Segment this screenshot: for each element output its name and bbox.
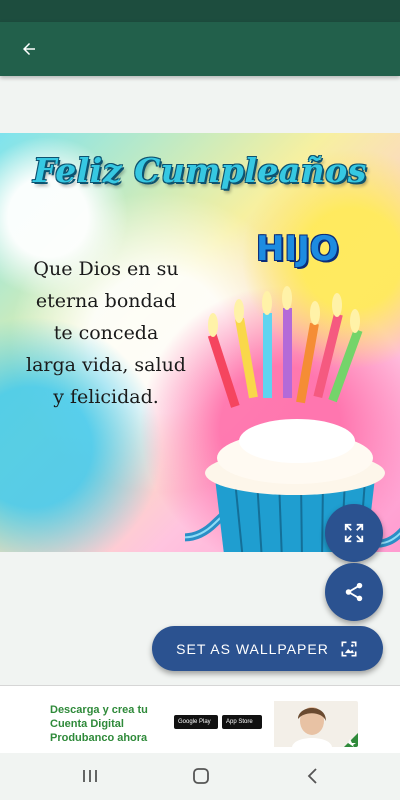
- app-store-badge[interactable]: App Store: [222, 715, 262, 729]
- fullscreen-icon: [344, 523, 364, 543]
- app-bar: [0, 22, 400, 76]
- share-button[interactable]: [325, 563, 383, 621]
- share-icon: [345, 582, 363, 602]
- set-as-wallpaper-button[interactable]: SET AS WALLPAPER: [152, 626, 383, 671]
- recent-apps-button[interactable]: [75, 763, 105, 789]
- birthday-card-image: Feliz Cumpleaños HIJO Que Dios en su ete…: [0, 133, 400, 552]
- status-bar: [0, 0, 400, 22]
- system-nav-bar: [0, 753, 400, 800]
- wallpaper-icon: [341, 641, 357, 656]
- card-title: Feliz Cumpleaños: [33, 151, 367, 190]
- back-icon: [307, 768, 317, 784]
- fullscreen-button[interactable]: [325, 504, 383, 562]
- recent-apps-icon: [83, 770, 97, 782]
- set-as-wallpaper-label: SET AS WALLPAPER: [176, 640, 329, 657]
- ad-banner[interactable]: Descarga y crea tu Cuenta Digital Produb…: [46, 701, 358, 747]
- ad-person-image: [274, 701, 358, 747]
- ad-area: Descarga y crea tu Cuenta Digital Produb…: [0, 685, 400, 754]
- back-button[interactable]: [12, 34, 46, 64]
- home-button[interactable]: [186, 763, 216, 789]
- card-subtitle: HIJO: [256, 229, 339, 269]
- ad-text: Descarga y crea tu Cuenta Digital Produb…: [50, 704, 148, 744]
- system-back-button[interactable]: [298, 763, 328, 789]
- card-message: Que Dios en su eterna bondad te conceda …: [26, 258, 186, 408]
- google-play-badge[interactable]: Google Play: [174, 715, 218, 729]
- home-icon: [193, 768, 209, 784]
- arrow-back-icon: [23, 43, 35, 55]
